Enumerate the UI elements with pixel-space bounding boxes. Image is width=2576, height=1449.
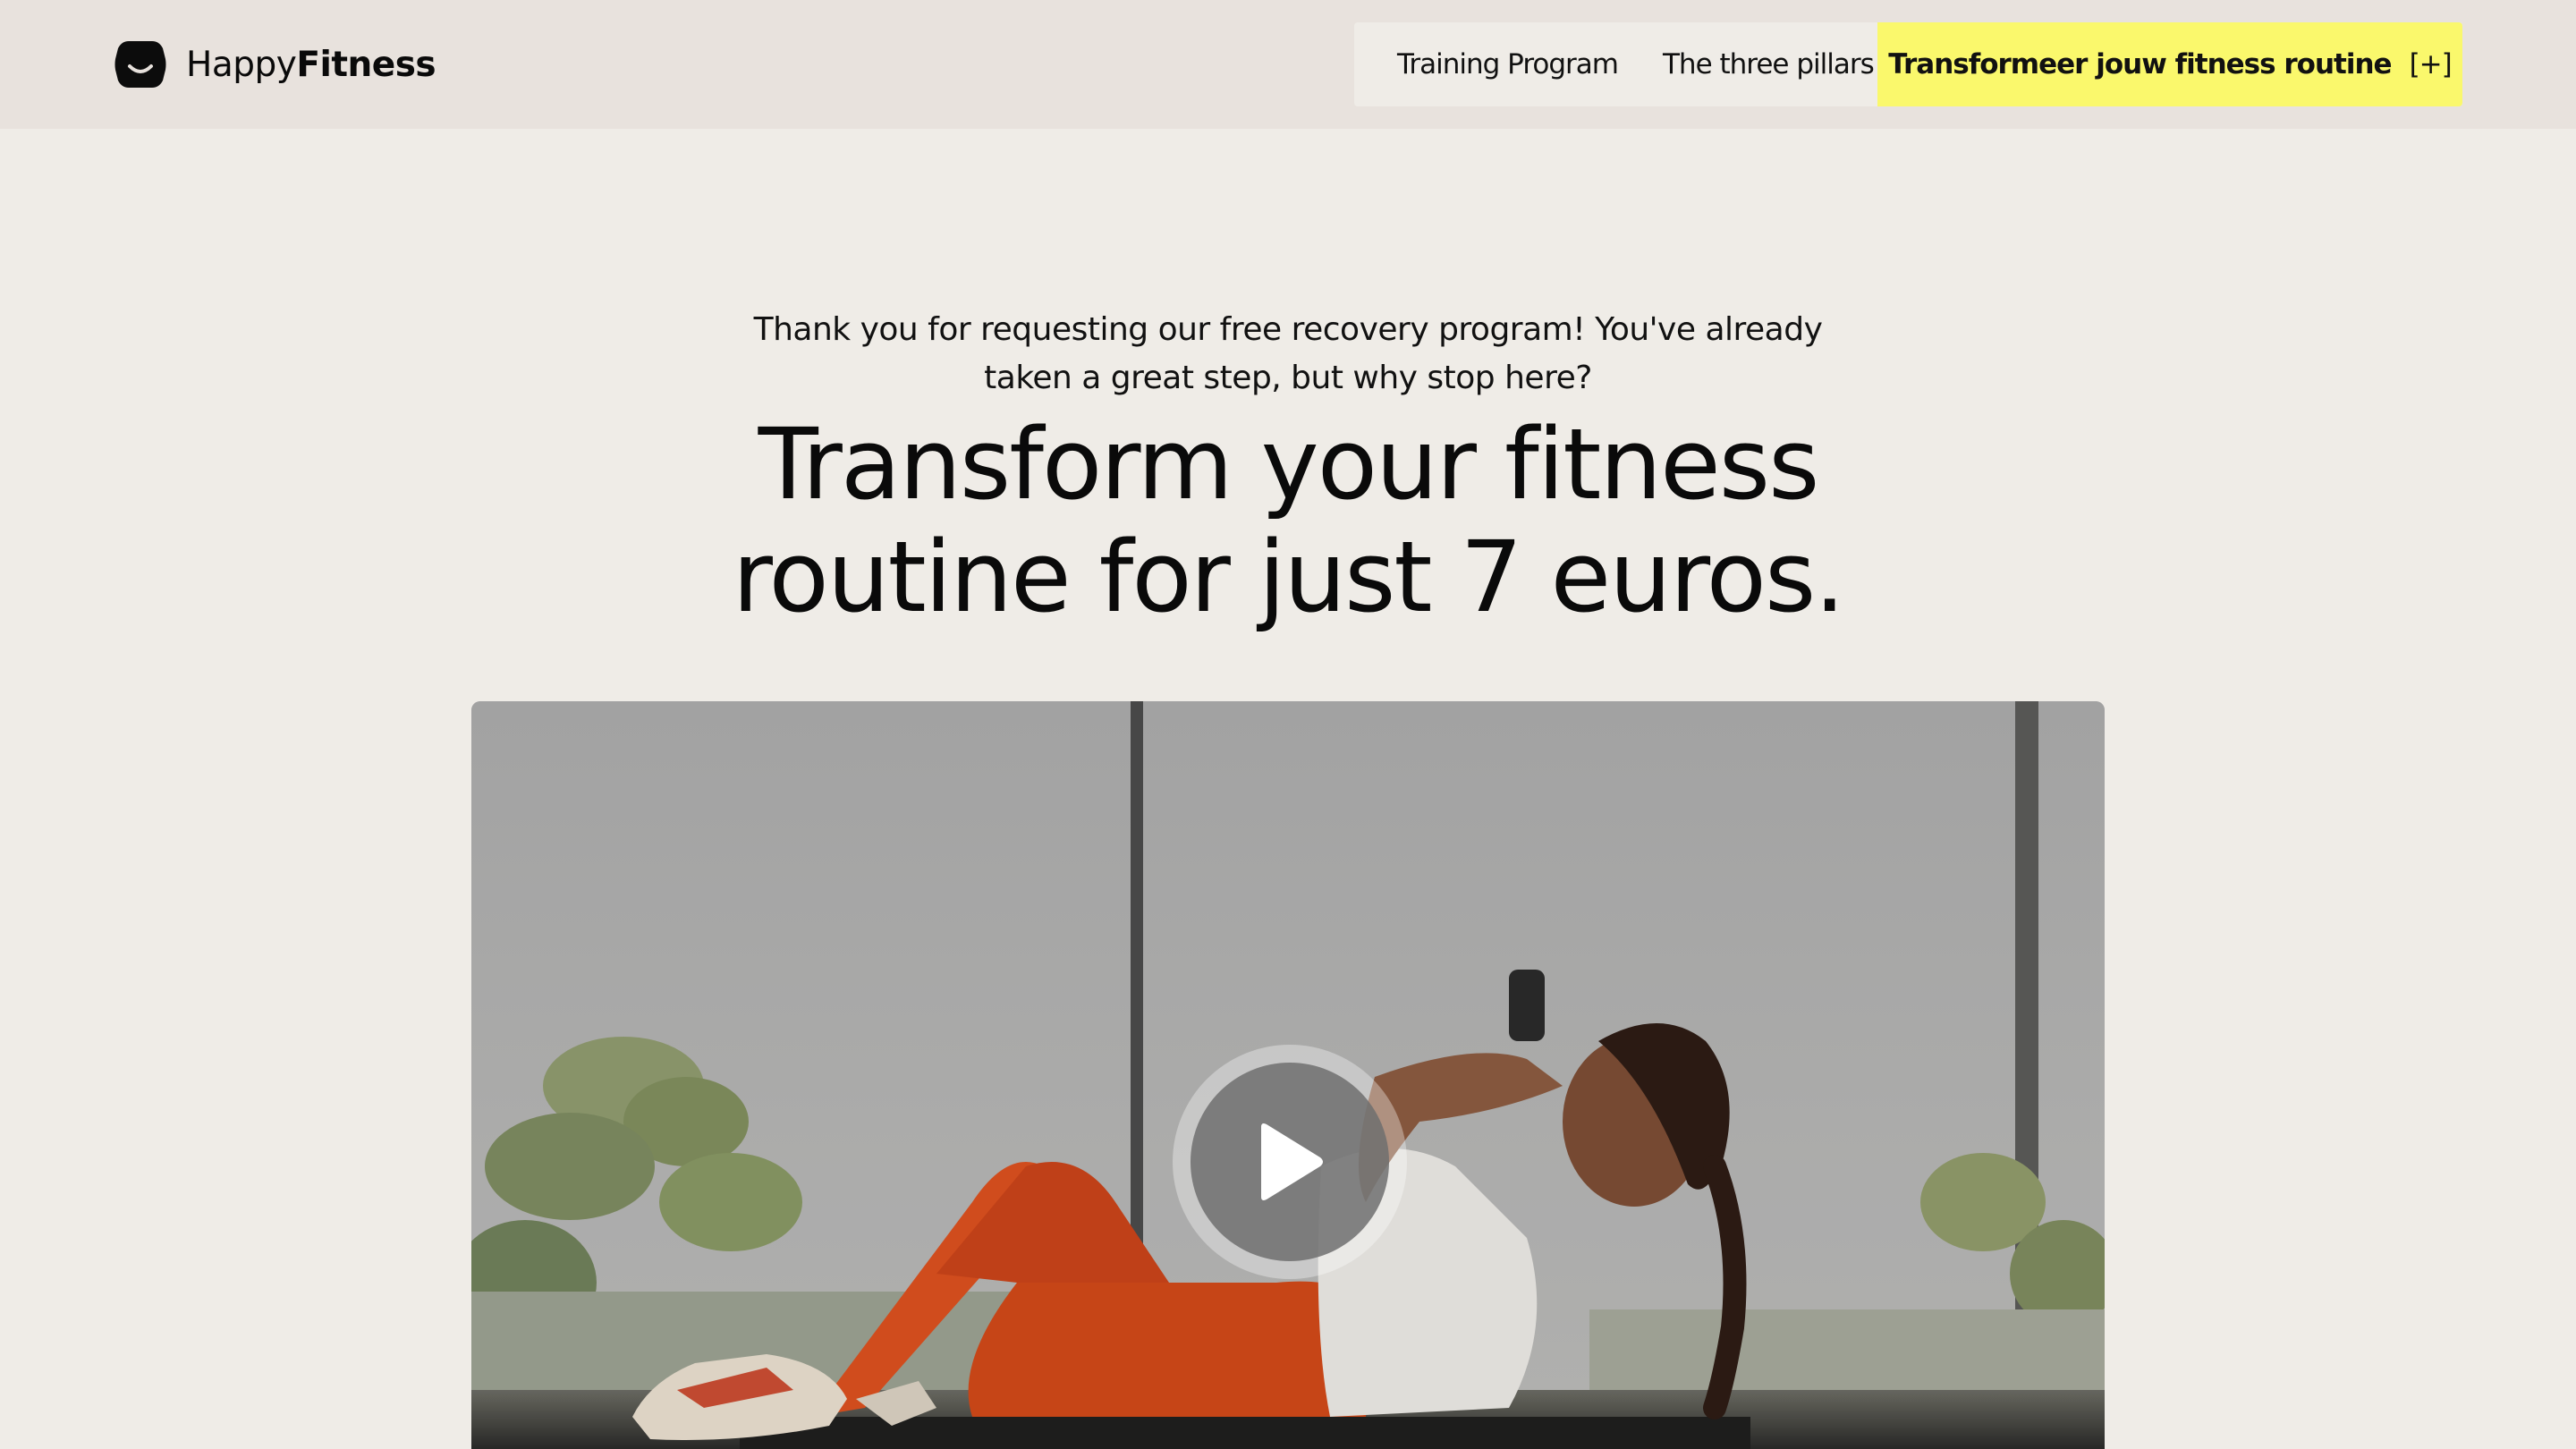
brand-name: HappyFitness — [186, 44, 436, 85]
site-header: HappyFitness Training Program The three … — [0, 0, 2576, 129]
nav-link-training-program[interactable]: Training Program — [1354, 22, 1619, 106]
play-icon — [1261, 1123, 1323, 1200]
transform-routine-cta-button[interactable]: Transformeer jouw fitness routine [+] — [1877, 22, 2462, 106]
brand-home-link[interactable]: HappyFitness — [114, 39, 436, 89]
main-navigation: Training Program The three pillars Trans… — [1354, 22, 2462, 106]
nav-link-three-pillars[interactable]: The three pillars — [1618, 22, 1875, 106]
play-button[interactable] — [1173, 1045, 1407, 1279]
hero-headline: Transform your fitness routine for just … — [732, 407, 1846, 634]
thank-you-message: Thank you for requesting our free recove… — [753, 311, 1823, 396]
play-button-inner — [1191, 1063, 1389, 1261]
smile-blob-icon — [114, 41, 166, 88]
promo-video-player[interactable] — [471, 701, 2105, 1449]
plus-bracket-icon: [+] — [2409, 48, 2453, 80]
cta-label: Transformeer jouw fitness routine — [1888, 48, 2392, 80]
